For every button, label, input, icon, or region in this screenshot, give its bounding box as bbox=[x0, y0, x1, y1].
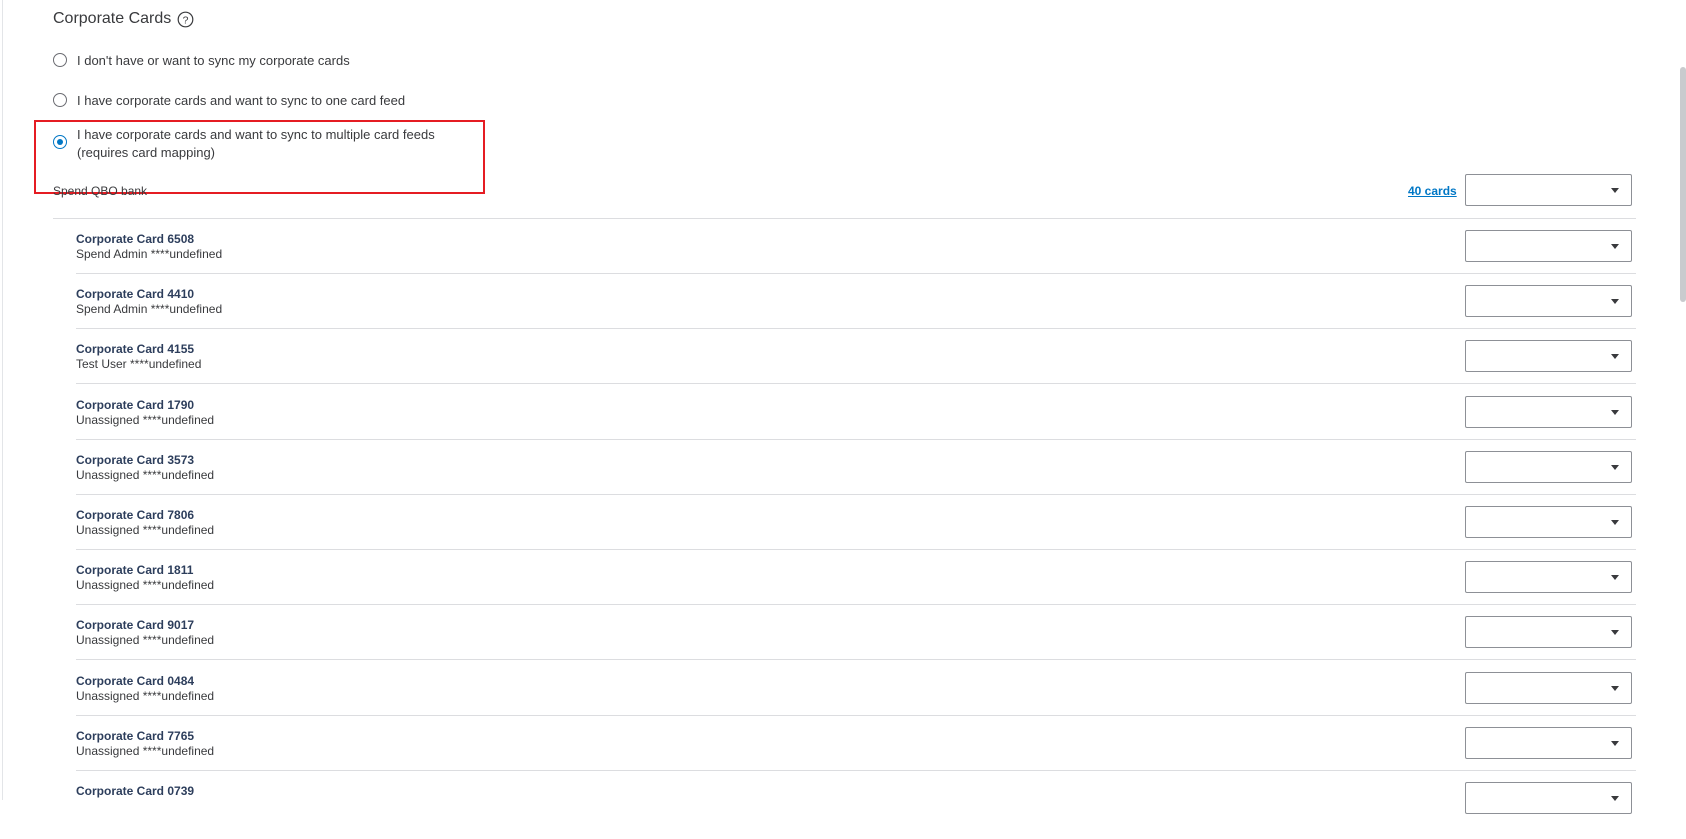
scrollbar-thumb[interactable] bbox=[1680, 67, 1686, 302]
card-owner: Unassigned ****undefined bbox=[76, 523, 215, 537]
card-mapping-dropdown[interactable] bbox=[1465, 285, 1632, 317]
card-mapping-dropdown[interactable] bbox=[1465, 230, 1632, 262]
question-circle-icon[interactable]: ? bbox=[177, 11, 194, 28]
card-mapping-dropdown[interactable] bbox=[1465, 782, 1632, 814]
sync-option-label-line: I have corporate cards and want to sync … bbox=[77, 93, 406, 108]
section-header: Corporate Cards ? bbox=[53, 10, 194, 28]
card-name: Corporate Card 1790 bbox=[76, 398, 195, 412]
card-name: Corporate Card 7765 bbox=[76, 729, 195, 743]
row-divider bbox=[76, 604, 1636, 605]
chevron-down-icon bbox=[1611, 575, 1619, 580]
card-row: Corporate Card 6508 Spend Admin ****undef… bbox=[76, 232, 1636, 287]
card-owner: Unassigned ****undefined bbox=[76, 413, 215, 427]
card-row: Corporate Card 7806 Unassigned ****undefi… bbox=[76, 508, 1636, 563]
chevron-down-icon bbox=[1611, 354, 1619, 359]
card-mapping-dropdown[interactable] bbox=[1465, 561, 1632, 593]
card-row: Corporate Card 4410 Spend Admin ****undef… bbox=[76, 287, 1636, 342]
card-name: Corporate Card 7806 bbox=[76, 508, 195, 522]
sync-option-label: I don't have or want to sync my corporat… bbox=[77, 52, 350, 70]
card-name: Corporate Card 4155 bbox=[76, 342, 195, 356]
card-name: Corporate Card 0484 bbox=[76, 674, 195, 688]
card-mapping-dropdown[interactable] bbox=[1465, 396, 1632, 428]
header-divider bbox=[53, 218, 1636, 219]
highlight-annotation bbox=[34, 120, 485, 194]
card-mapping-dropdown[interactable] bbox=[1465, 616, 1632, 648]
card-row: Corporate Card 7765 Unassigned ****undefi… bbox=[76, 729, 1636, 784]
row-divider bbox=[76, 273, 1636, 274]
row-divider bbox=[76, 439, 1636, 440]
card-mapping-dropdown[interactable] bbox=[1465, 672, 1632, 704]
card-row: Corporate Card 4155 Test User ****undefin… bbox=[76, 342, 1636, 397]
card-mapping-dropdown[interactable] bbox=[1465, 727, 1632, 759]
row-divider bbox=[76, 659, 1636, 660]
row-divider bbox=[76, 549, 1636, 550]
card-owner: Spend Admin ****undefined bbox=[76, 247, 223, 261]
card-row: Corporate Card 0739 bbox=[76, 784, 1636, 839]
chevron-down-icon bbox=[1611, 188, 1619, 193]
chevron-down-icon bbox=[1611, 741, 1619, 746]
card-name: Corporate Card 4410 bbox=[76, 287, 195, 301]
page-left-border bbox=[2, 0, 3, 800]
card-row: Corporate Card 1811 Unassigned ****undefi… bbox=[76, 563, 1636, 618]
sync-option-label-line: I don't have or want to sync my corporat… bbox=[77, 53, 350, 68]
card-row: Corporate Card 0484 Unassigned ****undefi… bbox=[76, 674, 1636, 729]
row-divider bbox=[76, 770, 1636, 771]
sync-option-radio[interactable] bbox=[53, 93, 67, 107]
card-row: Corporate Card 3573 Unassigned ****undefi… bbox=[76, 453, 1636, 508]
chevron-down-icon bbox=[1611, 244, 1619, 249]
chevron-down-icon bbox=[1611, 299, 1619, 304]
card-mapping-dropdown[interactable] bbox=[1465, 506, 1632, 538]
cards-count-link[interactable]: 40 cards bbox=[1408, 184, 1457, 198]
card-name: Corporate Card 0739 bbox=[76, 784, 195, 798]
card-mapping-dropdown[interactable] bbox=[1465, 340, 1632, 372]
row-divider bbox=[76, 494, 1636, 495]
section-title: Corporate Cards bbox=[53, 10, 172, 27]
card-row: Corporate Card 1790 Unassigned ****undefi… bbox=[76, 398, 1636, 453]
card-row: Corporate Card 9017 Unassigned ****undefi… bbox=[76, 618, 1636, 673]
chevron-down-icon bbox=[1611, 465, 1619, 470]
chevron-down-icon bbox=[1611, 410, 1619, 415]
card-name: Corporate Card 6508 bbox=[76, 232, 195, 246]
card-owner: Unassigned ****undefined bbox=[76, 744, 215, 758]
row-divider bbox=[76, 383, 1636, 384]
card-name: Corporate Card 3573 bbox=[76, 453, 195, 467]
card-mapping-dropdown[interactable] bbox=[1465, 451, 1632, 483]
svg-text:?: ? bbox=[183, 14, 189, 26]
card-name: Corporate Card 9017 bbox=[76, 618, 195, 632]
row-divider bbox=[76, 328, 1636, 329]
sync-option-radio[interactable] bbox=[53, 53, 67, 67]
bank-label: Spend QBO bank bbox=[53, 184, 148, 198]
card-owner: Unassigned ****undefined bbox=[76, 633, 215, 647]
chevron-down-icon bbox=[1611, 520, 1619, 525]
chevron-down-icon bbox=[1611, 630, 1619, 635]
card-owner: Spend Admin ****undefined bbox=[76, 302, 223, 316]
row-divider bbox=[76, 715, 1636, 716]
card-owner: Unassigned ****undefined bbox=[76, 578, 215, 592]
card-owner: Unassigned ****undefined bbox=[76, 468, 215, 482]
sync-option-label: I have corporate cards and want to sync … bbox=[77, 92, 405, 110]
sync-option-1[interactable]: I don't have or want to sync my corporat… bbox=[53, 52, 350, 70]
card-owner: Test User ****undefined bbox=[76, 357, 202, 371]
bank-account-dropdown[interactable] bbox=[1465, 174, 1632, 206]
card-owner: Unassigned ****undefined bbox=[76, 689, 215, 703]
chevron-down-icon bbox=[1611, 796, 1619, 801]
chevron-down-icon bbox=[1611, 686, 1619, 691]
card-name: Corporate Card 1811 bbox=[76, 563, 194, 577]
sync-option-2[interactable]: I have corporate cards and want to sync … bbox=[53, 92, 405, 110]
